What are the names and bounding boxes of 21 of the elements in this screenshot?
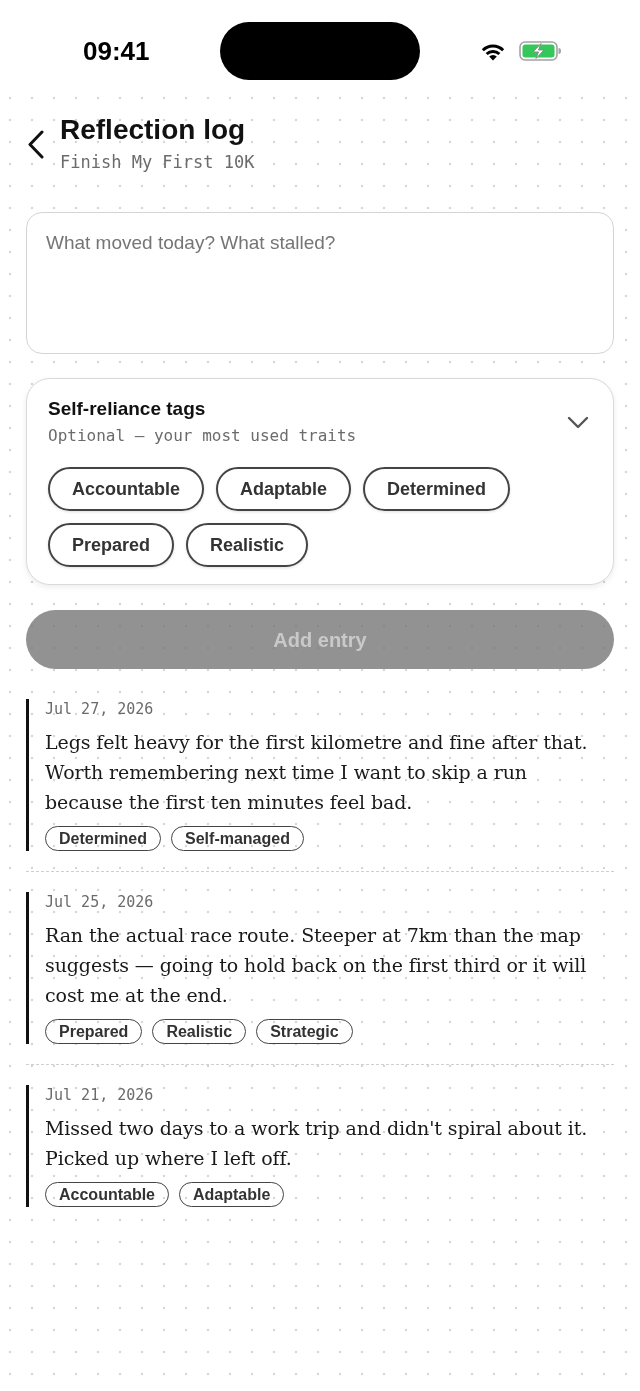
tag-toggle[interactable]: Accountable <box>48 467 205 511</box>
entry-date: Jul 27, 2026 <box>45 699 155 719</box>
panel-subtitle: Optional — your most used traits <box>48 425 357 447</box>
page-title: Reflection log <box>60 113 247 147</box>
tag-toggle[interactable]: Adaptable <box>216 467 352 511</box>
status-time: 09:41 <box>83 36 151 66</box>
panel-title: Self-reliance tags <box>48 398 207 420</box>
entry-text: Missed two days to a work trip and didn't spiral about it. Picked up where I left off. <box>45 1116 589 1171</box>
tag-toggle[interactable]: Realistic <box>186 523 309 567</box>
battery-charging-icon <box>519 41 562 61</box>
chevron-left-icon <box>27 129 45 159</box>
back-button[interactable] <box>26 129 46 159</box>
entry-date: Jul 25, 2026 <box>45 892 155 912</box>
tag-toggle[interactable]: Prepared <box>48 523 175 567</box>
tag-toggle[interactable]: Determined <box>363 467 511 511</box>
chevron-down-icon[interactable] <box>567 416 589 429</box>
entry-text: Legs felt heavy for the first kilometre and fine after that. Worth remembering next time I want to skip a run because the first ten minutes feel bad. <box>45 730 589 815</box>
page-subtitle: Finish My First 10K <box>60 151 255 173</box>
entry-date: Jul 21, 2026 <box>45 1085 155 1105</box>
reflection-input[interactable]: What moved today? What stalled? <box>26 212 614 354</box>
entry-text: Ran the actual race route. Steeper at 7km than the map suggests — going to hold back on the first third or it will cost me at the end. <box>45 923 588 1008</box>
